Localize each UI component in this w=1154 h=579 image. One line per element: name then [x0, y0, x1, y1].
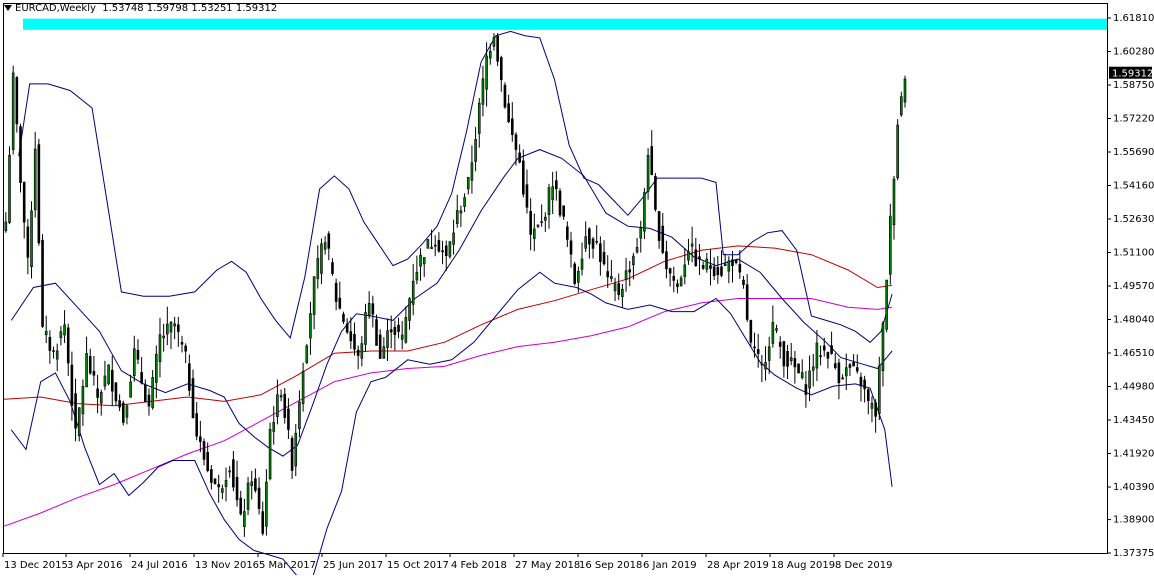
current-price-label: 1.59312	[1112, 69, 1153, 80]
candle	[654, 173, 657, 212]
symbol-label: EURCAD,Weekly	[15, 3, 96, 14]
ohlc-values: 1.53748 1.59798 1.53251 1.59312	[102, 3, 278, 14]
candle	[885, 279, 888, 333]
candle	[797, 363, 800, 374]
candle	[15, 76, 19, 133]
candle	[107, 364, 110, 386]
candle	[448, 241, 452, 259]
y-tick-label: 1.40390	[1113, 482, 1154, 493]
y-tick-label: 1.41920	[1113, 448, 1154, 459]
x-tick-label: 6 Jan 2019	[643, 560, 697, 571]
candle	[11, 65, 15, 155]
chart: 1.61810 1.60280 1.58750 1.57220 1.55690 1.541…	[0, 0, 1154, 579]
candle	[503, 82, 507, 109]
candle	[573, 261, 576, 286]
y-tick-label: 1.38900	[1113, 515, 1154, 526]
x-tick-label: 15 Oct 2017	[387, 560, 449, 571]
candle	[30, 201, 33, 279]
x-tick-label: 16 Sep 2018	[579, 560, 642, 571]
candle	[268, 422, 272, 481]
x-tick-label: 24 Jul 2016	[131, 560, 188, 571]
y-tick-label: 1.57220	[1113, 114, 1154, 125]
y-tick-label: 1.48040	[1113, 314, 1154, 325]
x-tick-label: 13 Dec 2015	[4, 560, 68, 571]
y-tick-label: 1.43450	[1113, 415, 1154, 426]
y-tick-label: 1.44980	[1113, 381, 1154, 392]
x-tick-label: 4 Feb 2018	[451, 560, 507, 571]
candle	[19, 123, 22, 193]
chart-header: EURCAD,Weekly 1.53748 1.59798 1.53251 1.…	[4, 3, 277, 14]
candle	[558, 188, 562, 218]
candle	[121, 400, 125, 426]
y-tick-label: 1.60280	[1113, 47, 1154, 58]
triangle-down-icon	[4, 5, 12, 11]
candle	[305, 344, 309, 365]
y-tick-label: 1.52630	[1113, 214, 1154, 225]
x-tick-label: 18 Aug 2019	[771, 560, 835, 571]
y-tick-label: 1.55690	[1113, 147, 1154, 158]
x-tick-label: 28 Apr 2019	[707, 560, 769, 571]
y-tick-label: 1.51100	[1113, 248, 1154, 259]
x-tick-label: 3 Apr 2016	[67, 560, 122, 571]
candle	[877, 356, 881, 421]
candle	[889, 203, 892, 285]
y-tick-label: 1.58750	[1113, 80, 1154, 91]
candle	[41, 234, 44, 328]
x-tick-label: 8 Dec 2019	[835, 560, 893, 571]
y-tick-label: 1.37375	[1113, 548, 1154, 559]
candle	[896, 119, 899, 181]
y-tick-label: 1.46510	[1113, 348, 1154, 359]
x-tick-label: 27 May 2018	[515, 560, 580, 571]
x-tick-label: 5 Mar 2017	[259, 560, 316, 571]
candle	[496, 33, 499, 67]
resistance-zone	[23, 18, 1107, 30]
candle	[37, 138, 41, 246]
y-tick-label: 1.61810	[1113, 13, 1154, 24]
candle	[213, 478, 217, 485]
candle	[643, 188, 646, 239]
y-tick-label: 1.54160	[1113, 181, 1154, 192]
y-tick-label: 1.49570	[1113, 281, 1154, 292]
chart-canvas: 1.61810 1.60280 1.58750 1.57220 1.55690 1.541…	[0, 0, 1154, 579]
x-tick-label: 13 Nov 2016	[195, 560, 259, 571]
x-tick-label: 25 Jun 2017	[323, 560, 383, 571]
candle	[8, 146, 11, 224]
candle	[426, 239, 430, 249]
